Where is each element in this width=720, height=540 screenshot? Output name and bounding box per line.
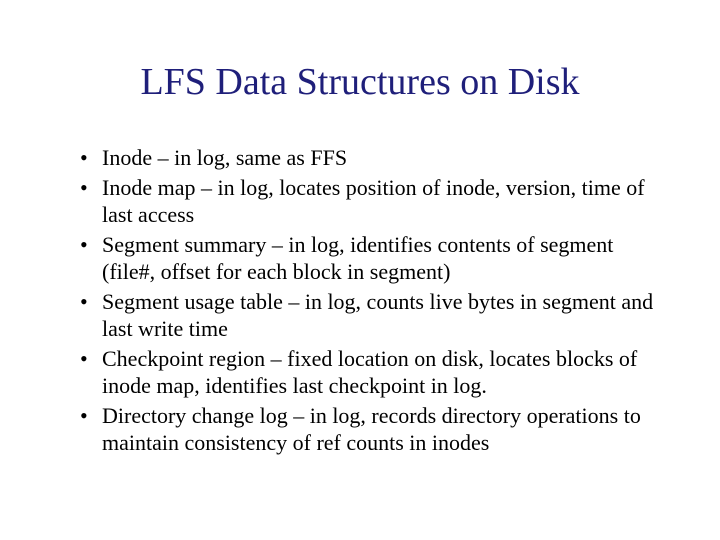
list-item: Segment usage table – in log, counts liv… bbox=[80, 288, 660, 343]
bullet-list: Inode – in log, same as FFS Inode map – … bbox=[80, 144, 660, 457]
list-item: Inode – in log, same as FFS bbox=[80, 144, 660, 172]
slide-title: LFS Data Structures on Disk bbox=[60, 60, 660, 104]
list-item: Directory change log – in log, records d… bbox=[80, 402, 660, 457]
list-item: Checkpoint region – fixed location on di… bbox=[80, 345, 660, 400]
list-item: Segment summary – in log, identifies con… bbox=[80, 231, 660, 286]
list-item: Inode map – in log, locates position of … bbox=[80, 174, 660, 229]
slide: LFS Data Structures on Disk Inode – in l… bbox=[0, 0, 720, 540]
